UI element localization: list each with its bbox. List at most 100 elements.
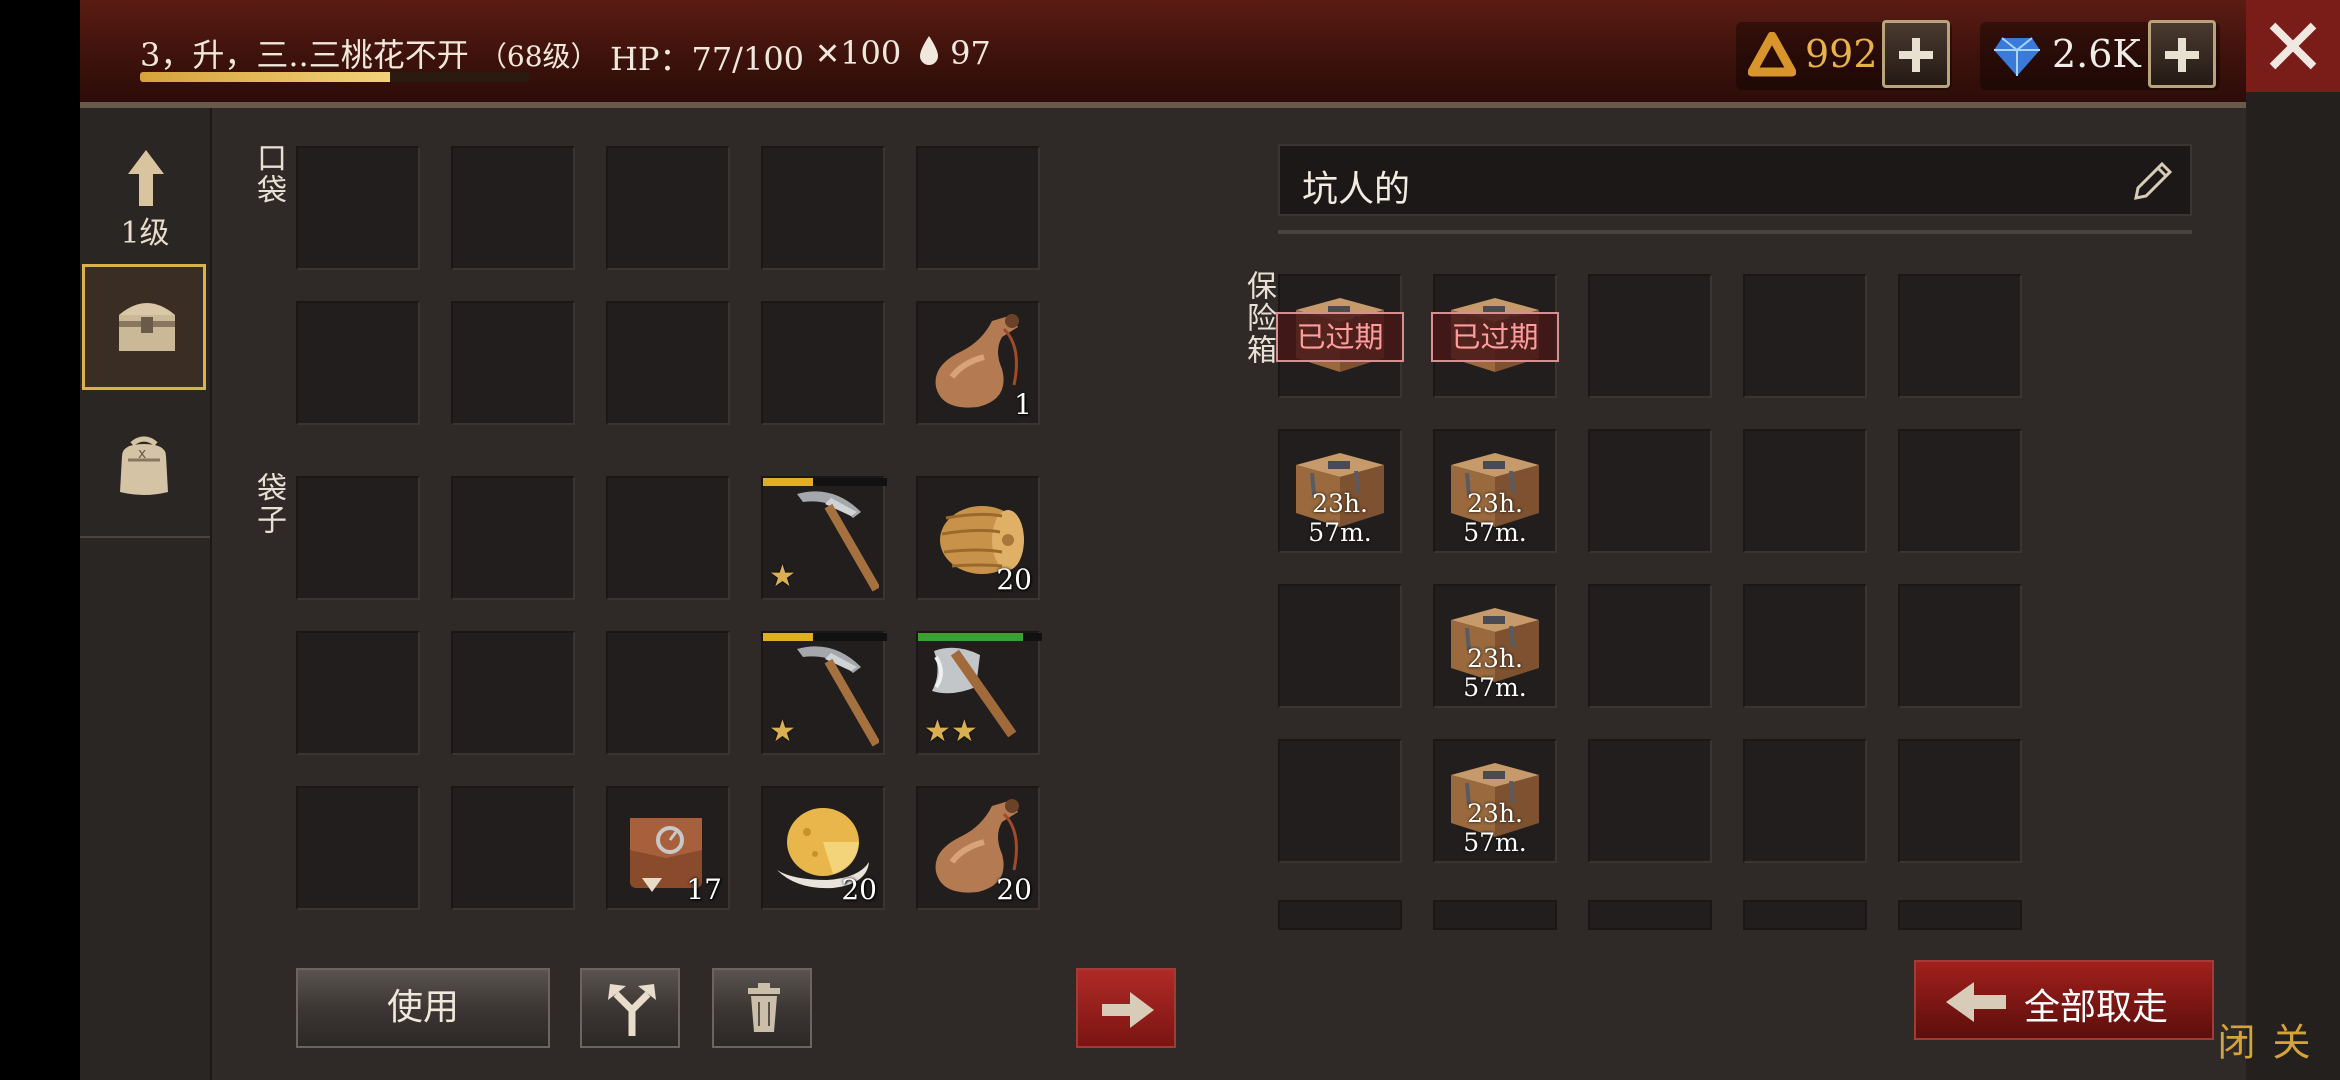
delete-button[interactable] [712,968,812,1048]
tab-backpack[interactable]: x [82,408,206,528]
player-name: 3，升，三..三桃花不开 [140,36,469,74]
water-value: 97 [950,34,991,72]
xp-bar [140,72,530,82]
bag-slot[interactable] [451,631,575,755]
player-name-row: 3，升，三..三桃花不开 （68级） [140,30,599,76]
inventory-screen: 3，升，三..三桃花不开 （68级） HP：77/100 ✕100 97 992… [80,0,2340,1080]
bag-slot[interactable] [296,786,420,910]
item-timer: 23h. 57m. [1463,489,1527,547]
container-slot[interactable] [1898,739,2022,863]
container-slot[interactable] [1278,584,1402,708]
container-slot-partial [1433,900,1557,930]
container-slot[interactable] [1743,739,1867,863]
container-name: 坑人的 [1302,169,1411,210]
split-button[interactable] [580,968,680,1048]
container-slot[interactable] [1588,429,1712,553]
container-slot[interactable]: 已过期 [1276,274,1404,398]
durability-bar [763,633,887,641]
arrow-right-icon [1100,990,1156,1030]
use-button[interactable]: 使用 [296,968,550,1048]
close-icon[interactable] [2246,0,2340,92]
pocket-slot[interactable] [916,146,1040,270]
split-arrows-icon [606,980,658,1038]
coin-icon [1748,32,1796,80]
hp-value: 77/100 [691,40,805,78]
bag-slot[interactable] [296,631,420,755]
item-timer: 23h. 57m. [1463,644,1527,702]
container-slot[interactable] [1898,584,2022,708]
container-slot[interactable] [1898,274,2022,398]
container-slot[interactable]: 23h. 57m. [1278,429,1402,553]
pocket-slot[interactable] [761,301,885,425]
attack-value: 100 [840,34,902,72]
container-slot[interactable]: 23h. 57m. [1433,429,1557,553]
sidebar: 1级 x [80,108,212,1080]
xp-bar-fill [140,72,390,82]
bag-slot[interactable] [296,476,420,600]
container-slot[interactable] [1588,584,1712,708]
container-slot-partial [1898,900,2022,930]
bag-slot[interactable]: 17 [606,786,730,910]
bag-slot[interactable]: ★★ [916,631,1042,755]
pocket-slot[interactable] [606,301,730,425]
upgrade-arrow-icon[interactable] [126,148,164,208]
pocket-slot[interactable]: 1 [916,301,1040,425]
bag-slot[interactable] [606,476,730,600]
bag-slot[interactable]: ★ [761,631,887,755]
container-slot[interactable] [1743,274,1867,398]
pocket-slot[interactable] [296,146,420,270]
take-all-button[interactable]: 全部取走 [1914,960,2214,1040]
bag-slot[interactable]: 20 [916,476,1040,600]
water-drop-icon [918,34,950,72]
pocket-label: 口袋 [251,142,286,206]
edit-pencil-icon[interactable] [2132,160,2174,202]
top-bar: 3，升，三..三桃花不开 （68级） HP：77/100 ✕100 97 992… [80,0,2246,108]
pocket-slot[interactable] [606,146,730,270]
upgrade-level-label: 1级 [120,216,170,251]
bag-slot[interactable]: 20 [916,786,1040,910]
pocket-slot[interactable] [296,301,420,425]
star-rating: ★ [769,714,796,749]
svg-text:x: x [138,446,146,462]
backpack-icon: x [114,434,174,498]
container-slot[interactable] [1743,429,1867,553]
pocket-slot[interactable] [761,146,885,270]
container-slot[interactable] [1588,274,1712,398]
container-slot[interactable] [1898,429,2022,553]
bag-slot[interactable]: ★ [761,476,887,600]
water-stat: 97 [918,34,991,72]
add-gems-button[interactable] [2148,20,2216,88]
container-slot[interactable]: 23h. 57m. [1433,739,1557,863]
expired-badge: 已过期 [1276,312,1404,362]
chest-icon [113,291,181,355]
hp-label: HP： [610,40,692,78]
pocket-slot[interactable] [451,301,575,425]
container-slot[interactable]: 已过期 [1431,274,1559,398]
container-slot[interactable]: 23h. 57m. [1433,584,1557,708]
item-count: 1 [1014,388,1032,421]
container-slot-partial [1743,900,1867,930]
swords-icon: ✕ [815,37,841,72]
star-rating: ★★ [924,714,978,749]
durability-bar [763,478,887,486]
trash-icon [744,982,784,1034]
bag-slot[interactable] [451,786,575,910]
item-count: 20 [996,873,1032,906]
container-slot[interactable] [1588,739,1712,863]
attack-stat: ✕100 [815,34,901,72]
bag-slot[interactable] [606,631,730,755]
gem-icon [1992,30,2042,80]
container-slot[interactable] [1743,584,1867,708]
durability-fill [763,478,813,486]
close-button[interactable]: 关闭 [2211,1022,2316,1080]
bag-slot[interactable]: 20 [761,786,885,910]
container-slot[interactable] [1278,739,1402,863]
safe-label: 保险箱 [1241,270,1276,366]
tab-chest[interactable] [82,264,206,390]
add-coins-button[interactable] [1882,20,1950,88]
right-strip: 关闭 [2211,92,2340,1080]
transfer-right-button[interactable] [1076,968,1176,1048]
bag-slot[interactable] [451,476,575,600]
pocket-slot[interactable] [451,146,575,270]
coin-value: 992 [1805,32,1878,76]
